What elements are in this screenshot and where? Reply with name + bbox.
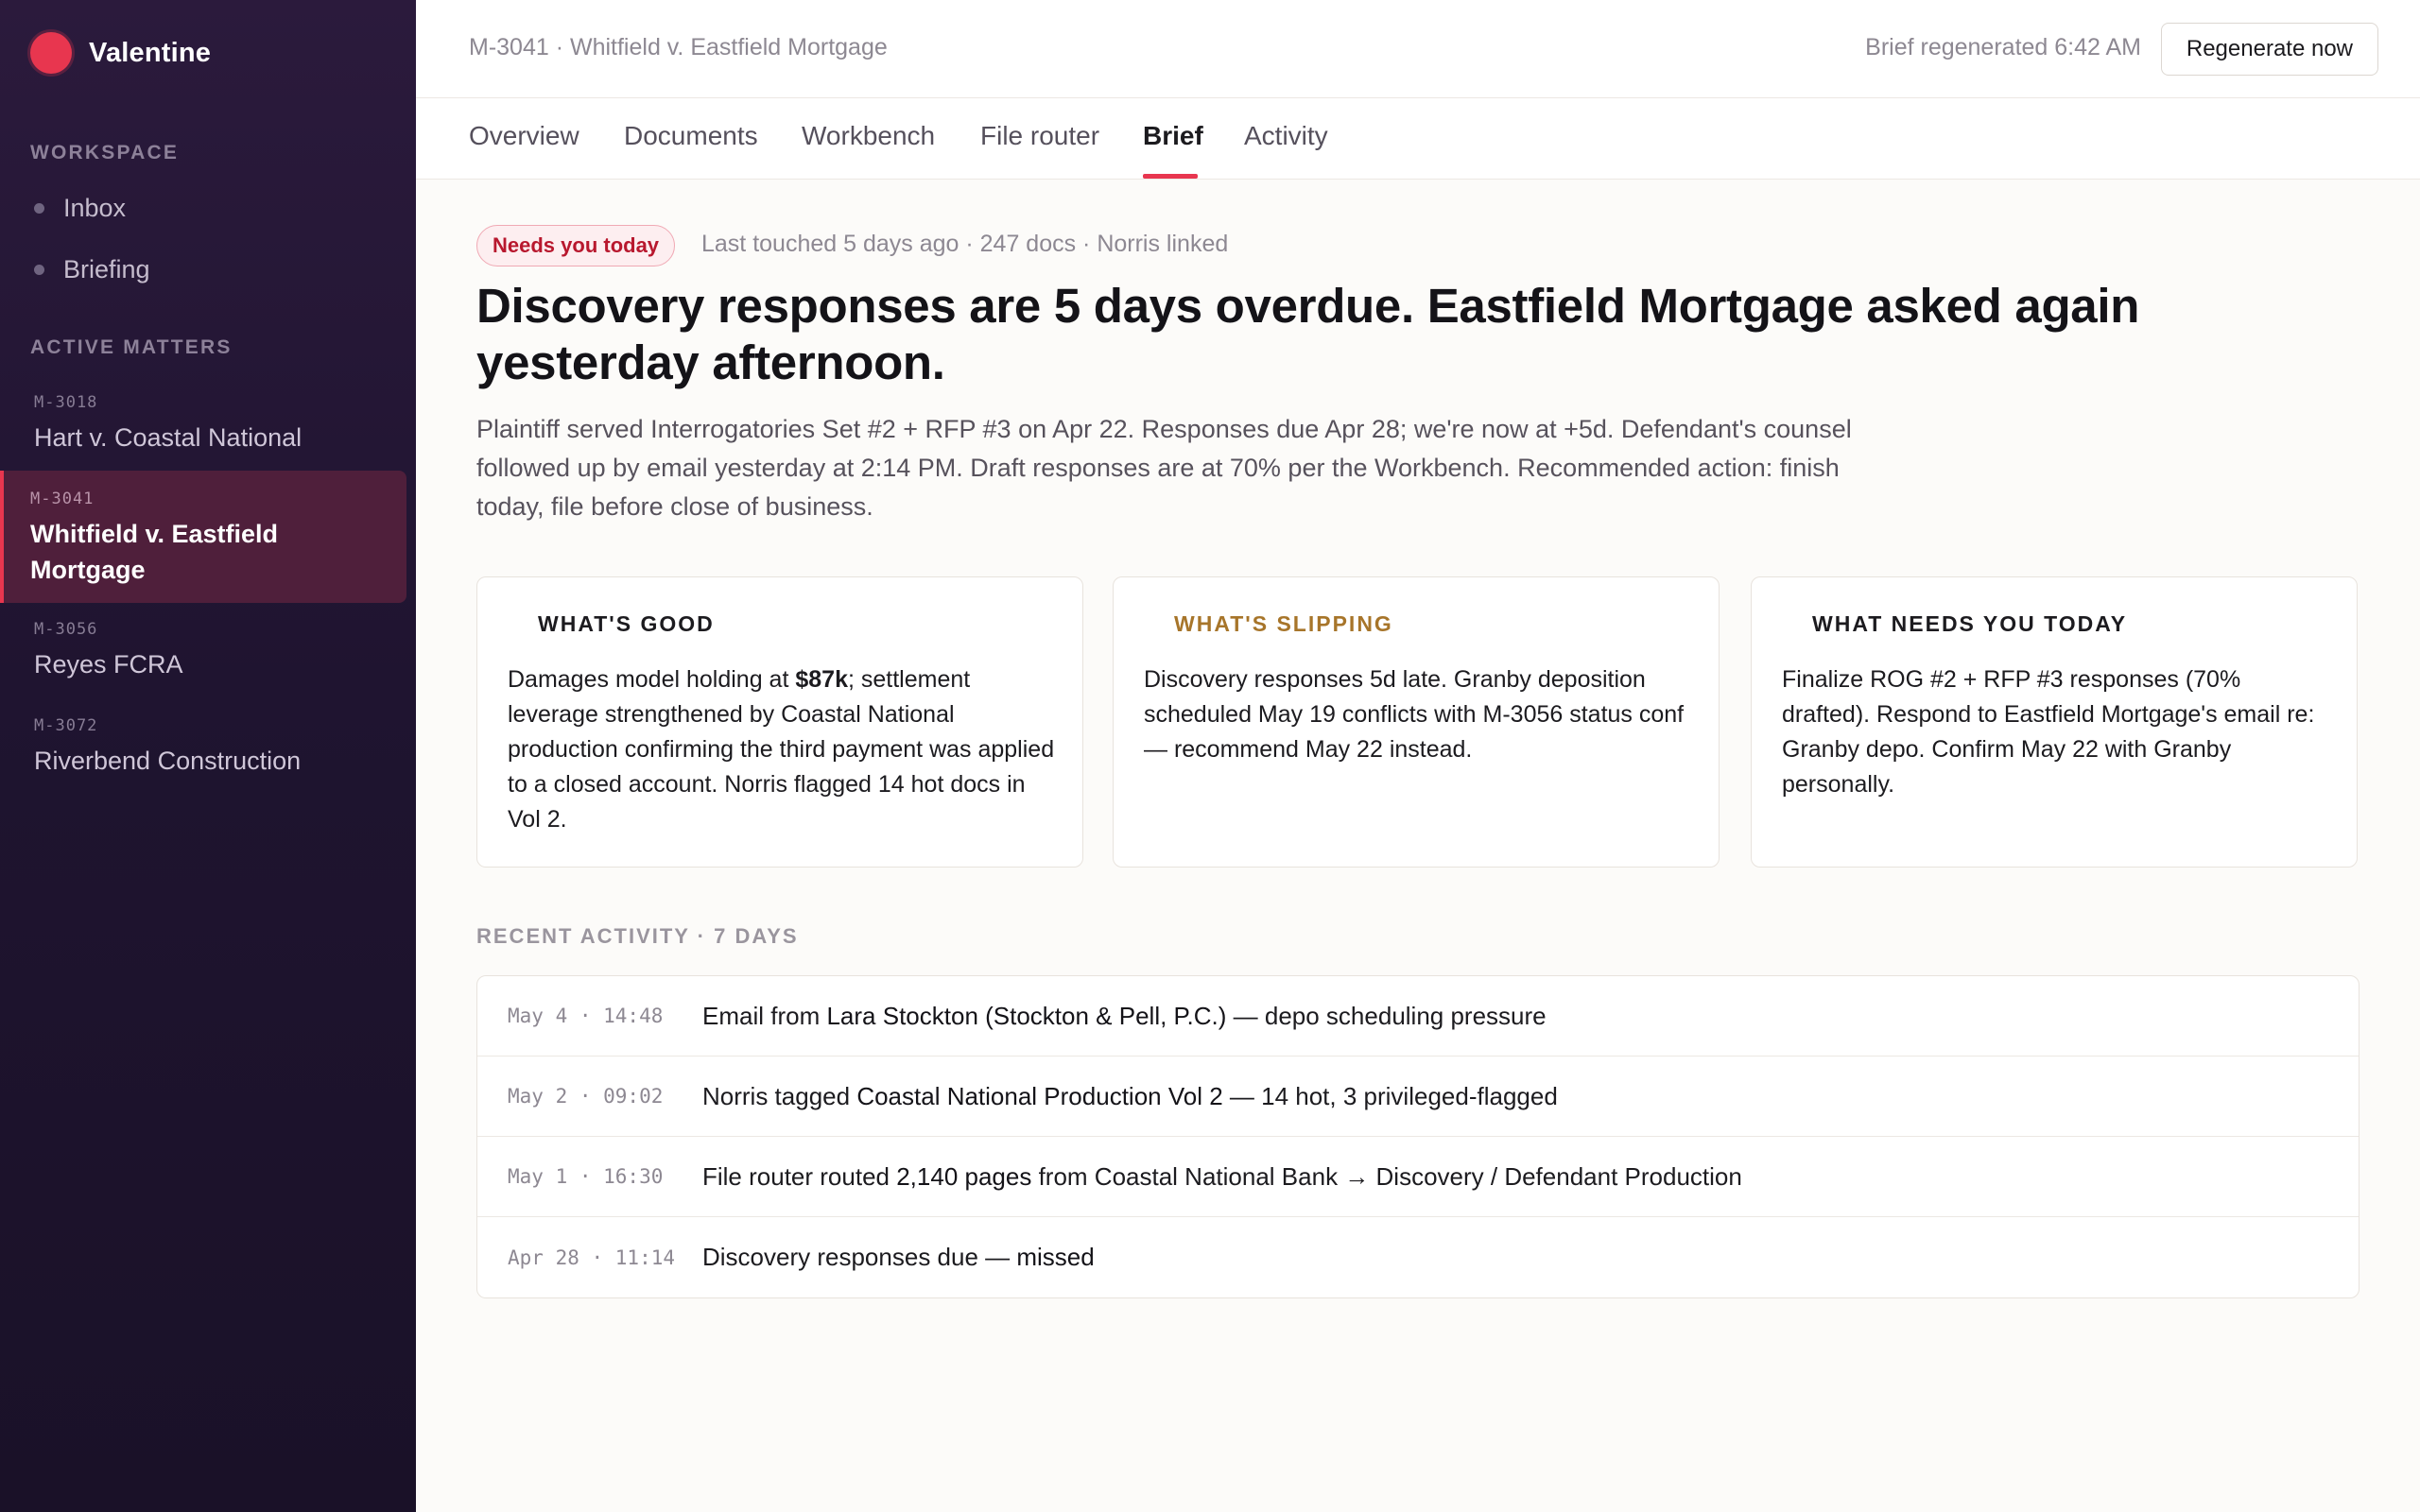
activity-entity: 2,140 pages	[896, 1161, 1032, 1191]
activity-text-part: Discovery responses due —	[702, 1243, 1017, 1271]
active-tab-indicator	[1143, 174, 1198, 179]
sidebar-matter-m-3072[interactable]: M-3072 Riverbend Construction	[0, 716, 406, 779]
sidebar: Valentine WORKSPACE Inbox Briefing ACTIV…	[0, 0, 416, 1512]
bullet-icon	[34, 265, 44, 275]
sidebar-matter-m-3018[interactable]: M-3018 Hart v. Coastal National	[0, 393, 406, 455]
activity-text-part: File router routed	[702, 1161, 897, 1191]
activity-row[interactable]: Apr 28 · 11:14 Discovery responses due —…	[477, 1217, 2359, 1297]
sidebar-item-inbox[interactable]: Inbox	[34, 194, 126, 223]
card-body: Finalize ROG #2 + RFP #3 responses (70% …	[1782, 666, 2315, 798]
matter-code: M-3041	[30, 490, 95, 508]
activity-text: Norris tagged Coastal National Productio…	[702, 1082, 1558, 1111]
regen-status: Brief regenerated 6:42 AM	[1865, 34, 2141, 60]
sidebar-item-briefing[interactable]: Briefing	[34, 255, 150, 284]
card-title: WHAT NEEDS YOU TODAY	[1812, 611, 2128, 636]
tab-bar: Overview Documents Workbench File router…	[416, 98, 2420, 180]
activity-text-part: — depo scheduling pressure	[1226, 1001, 1547, 1030]
activity-entity: Lara Stockton (Stockton & Pell, P.C.)	[826, 1001, 1227, 1030]
activity-text: Email from Lara Stockton (Stockton & Pel…	[702, 1002, 1547, 1031]
card-body: Damages model holding at $87k; settlemen…	[508, 662, 1060, 837]
bullet-icon	[34, 203, 44, 214]
matter-name: Riverbend Construction	[34, 747, 302, 775]
activity-text-part: — 14 hot, 3 privileged-flagged	[1222, 1081, 1558, 1110]
tab-file-router[interactable]: File router	[980, 121, 1099, 151]
brand-name: Valentine	[89, 37, 212, 68]
matter-code: M-3056	[34, 620, 98, 639]
recent-activity-label: RECENT ACTIVITY · 7 DAYS	[476, 924, 799, 948]
brief-summary: Plaintiff served Interrogatories Set #2 …	[476, 415, 1852, 521]
active-matters-section-label: ACTIVE MATTERS	[30, 336, 233, 358]
activity-row[interactable]: May 4 · 14:48 Email from Lara Stockton (…	[477, 976, 2359, 1057]
activity-text: File router routed 2,140 pages from Coas…	[702, 1162, 1742, 1192]
activity-text-part: from Coastal National Bank → Discovery /…	[1031, 1161, 1742, 1191]
card-body-emphasis: $87k	[795, 666, 848, 693]
card-title: WHAT'S GOOD	[538, 611, 715, 636]
activity-list: May 4 · 14:48 Email from Lara Stockton (…	[476, 975, 2360, 1298]
activity-time: May 1 · 16:30	[508, 1165, 664, 1188]
page-title: Discovery responses are 5 days overdue. …	[476, 279, 2140, 389]
card-whats-good: WHAT'S GOOD Damages model holding at $87…	[476, 576, 1083, 868]
brand-logo-icon	[30, 32, 72, 74]
card-title: WHAT'S SLIPPING	[1174, 611, 1393, 636]
regenerate-button[interactable]: Regenerate now	[2160, 23, 2378, 76]
sidebar-matter-m-3041[interactable]: M-3041 Whitfield v. Eastfield Mortgage	[0, 471, 406, 603]
card-whats-slipping: WHAT'S SLIPPING Discovery responses 5d l…	[1113, 576, 1720, 868]
workspace-section-label: WORKSPACE	[30, 142, 180, 163]
status-badge: Needs you today	[476, 225, 676, 266]
sidebar-matter-m-3056[interactable]: M-3056 Reyes FCRA	[0, 620, 406, 682]
matter-meta: Last touched 5 days ago · 247 docs · Nor…	[701, 231, 1229, 257]
activity-row[interactable]: May 2 · 09:02 Norris tagged Coastal Nati…	[477, 1057, 2359, 1137]
tab-workbench[interactable]: Workbench	[802, 121, 935, 151]
activity-row[interactable]: May 1 · 16:30 File router routed 2,140 p…	[477, 1137, 2359, 1217]
breadcrumb: M-3041 · Whitfield v. Eastfield Mortgage	[469, 34, 888, 60]
matter-name: Hart v. Coastal National	[34, 423, 302, 452]
activity-entity: Coastal National Production Vol 2	[856, 1081, 1223, 1110]
top-header: M-3041 · Whitfield v. Eastfield Mortgage…	[416, 0, 2420, 98]
matter-name: Whitfield v. Eastfield Mortgage	[30, 520, 279, 584]
sidebar-item-label: Inbox	[63, 194, 127, 222]
tab-activity[interactable]: Activity	[1244, 121, 1328, 151]
tab-documents[interactable]: Documents	[624, 121, 758, 151]
activity-entity: missed	[1016, 1243, 1095, 1271]
matter-code: M-3072	[34, 716, 98, 735]
matter-name: Reyes FCRA	[34, 650, 183, 679]
tab-brief[interactable]: Brief	[1143, 121, 1203, 151]
matter-code: M-3018	[34, 393, 98, 412]
card-body: Discovery responses 5d late. Granby depo…	[1144, 666, 1685, 763]
card-body-text: Damages model holding at	[508, 666, 796, 693]
tab-overview[interactable]: Overview	[469, 121, 579, 151]
sidebar-item-label: Briefing	[63, 255, 150, 284]
activity-text-part: Norris tagged	[702, 1081, 857, 1110]
activity-text: Discovery responses due — missed	[702, 1243, 1095, 1272]
activity-time: May 4 · 14:48	[508, 1005, 664, 1027]
activity-text-part: Email from	[702, 1001, 827, 1030]
brand[interactable]: Valentine	[30, 32, 211, 74]
activity-time: May 2 · 09:02	[508, 1085, 664, 1108]
card-what-needs-you-today: WHAT NEEDS YOU TODAY Finalize ROG #2 + R…	[1751, 576, 2358, 868]
activity-time: Apr 28 · 11:14	[508, 1246, 676, 1269]
